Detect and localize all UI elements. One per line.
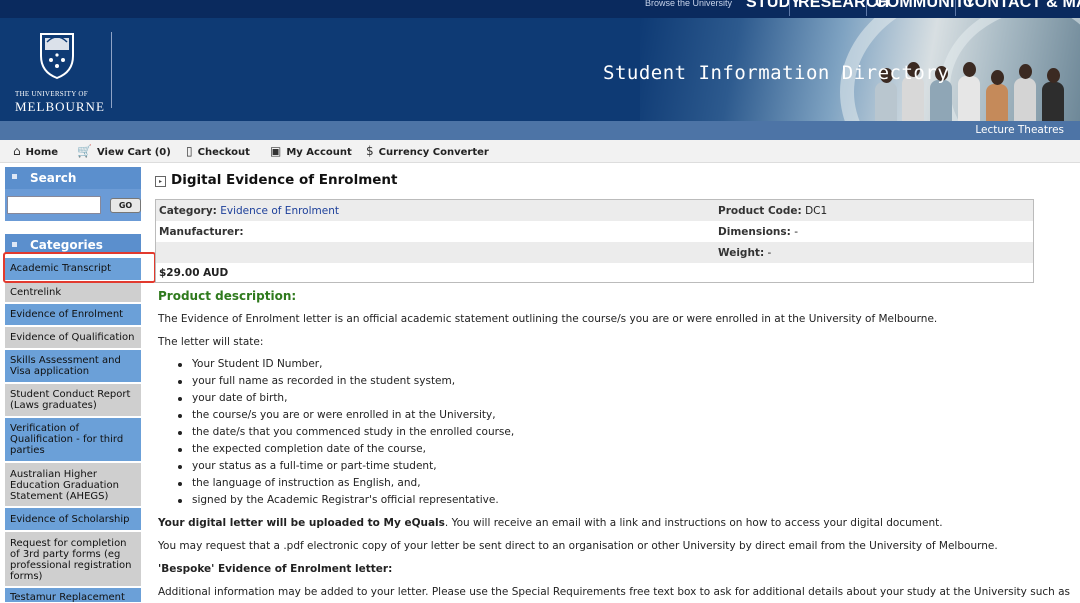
nav-divider bbox=[789, 0, 790, 16]
info-row: Manufacturer: Dimensions: - bbox=[156, 221, 1033, 242]
list-item: the date/s that you commenced study in t… bbox=[177, 424, 514, 441]
menu-my-account-label: My Account bbox=[286, 147, 352, 158]
category-centrelink[interactable]: Centrelink bbox=[5, 282, 141, 302]
description-paragraph: Additional information may be added to y… bbox=[158, 586, 1071, 598]
currency-icon: $ bbox=[366, 144, 374, 158]
description-paragraph: The letter will state: bbox=[158, 336, 264, 348]
home-icon: ⌂ bbox=[13, 144, 21, 158]
menu-checkout-label: Checkout bbox=[197, 147, 250, 158]
lecture-theatres-link[interactable]: Lecture Theatres bbox=[975, 124, 1064, 136]
search-title: Search bbox=[30, 171, 77, 185]
list-item: the course/s you are or were enrolled in… bbox=[177, 407, 514, 424]
description-paragraph: Your digital letter will be uploaded to … bbox=[158, 517, 943, 529]
list-item: your full name as recorded in the studen… bbox=[177, 373, 514, 390]
dimensions-value: - bbox=[794, 226, 798, 238]
site-title: Student Information Directory bbox=[603, 62, 950, 84]
top-nav-bar: Browse the University STUDY RESEARCH COM… bbox=[0, 0, 1080, 18]
info-row: Category: Evidence of Enrolment Product … bbox=[156, 200, 1033, 221]
checkout-icon: ▯ bbox=[186, 144, 193, 158]
category-testamur-replacement[interactable]: Testamur Replacement bbox=[5, 588, 141, 603]
description-paragraph: You may request that a .pdf electronic c… bbox=[158, 540, 998, 552]
list-item: signed by the Academic Registrar's offic… bbox=[177, 492, 514, 509]
cart-icon: 🛒 bbox=[77, 144, 92, 158]
equals-notice: Your digital letter will be uploaded to … bbox=[158, 517, 445, 529]
dimensions-label: Dimensions: bbox=[718, 226, 791, 238]
search-bullet-icon bbox=[12, 174, 17, 179]
list-item: Your Student ID Number, bbox=[177, 356, 514, 373]
menu-checkout[interactable]: ▯ Checkout bbox=[186, 144, 250, 158]
product-description-heading: Product description: bbox=[158, 289, 297, 303]
weight-value: - bbox=[767, 247, 772, 259]
menu-home-label: Home bbox=[25, 147, 59, 158]
browse-label: Browse the University bbox=[645, 0, 733, 8]
selection-highlight bbox=[3, 252, 156, 283]
university-logo[interactable]: THE UNIVERSITY OF MELBOURNE bbox=[15, 28, 111, 118]
letter-contents-list: Your Student ID Number, your full name a… bbox=[177, 356, 514, 509]
category-student-conduct-report[interactable]: Student Conduct Report (Laws graduates) bbox=[5, 384, 141, 416]
category-ahegs[interactable]: Australian Higher Education Graduation S… bbox=[5, 463, 141, 506]
description-paragraph: The Evidence of Enrolment letter is an o… bbox=[158, 313, 938, 325]
product-price: $29.00 AUD bbox=[159, 267, 229, 279]
manufacturer-label: Manufacturer: bbox=[159, 226, 244, 238]
category-skills-assessment[interactable]: Skills Assessment and Visa application bbox=[5, 350, 141, 382]
category-third-party-forms[interactable]: Request for completion of 3rd party form… bbox=[5, 532, 141, 586]
categories-title: Categories bbox=[30, 238, 103, 252]
categories-box-header: Categories bbox=[5, 234, 141, 254]
list-item: the language of instruction as English, … bbox=[177, 475, 514, 492]
category-evidence-of-enrolment[interactable]: Evidence of Enrolment bbox=[5, 304, 141, 325]
logo-line2: MELBOURNE bbox=[15, 99, 105, 114]
product-title-text: Digital Evidence of Enrolment bbox=[171, 172, 398, 188]
product-code-label: Product Code: bbox=[718, 205, 802, 217]
sub-bar: Lecture Theatres bbox=[0, 121, 1080, 140]
university-crest-icon bbox=[40, 33, 74, 80]
product-title: ▸ Digital Evidence of Enrolment bbox=[155, 172, 397, 188]
search-box: GO bbox=[5, 189, 141, 221]
nav-community[interactable]: COMMUNITY bbox=[875, 0, 975, 12]
expand-icon[interactable]: ▸ bbox=[155, 176, 166, 187]
bespoke-heading: 'Bespoke' Evidence of Enrolment letter: bbox=[158, 563, 393, 575]
menu-my-account[interactable]: ▣ My Account bbox=[270, 144, 352, 158]
list-item: the expected completion date of the cour… bbox=[177, 441, 514, 458]
categories-icon bbox=[12, 242, 17, 247]
logo-line1: THE UNIVERSITY OF bbox=[15, 90, 88, 98]
info-row: $29.00 AUD bbox=[156, 263, 1033, 284]
product-info-table: Category: Evidence of Enrolment Product … bbox=[155, 199, 1034, 283]
menu-currency-converter-label: Currency Converter bbox=[378, 147, 489, 158]
nav-study[interactable]: STUDY bbox=[746, 0, 801, 12]
menu-view-cart-label: View Cart (0) bbox=[96, 147, 171, 158]
info-row: Weight: - bbox=[156, 242, 1033, 263]
header-banner: THE UNIVERSITY OF MELBOURNE Student Info… bbox=[0, 18, 1080, 121]
category-evidence-of-scholarship[interactable]: Evidence of Scholarship bbox=[5, 508, 141, 530]
category-label: Category: bbox=[159, 205, 217, 217]
nav-divider bbox=[866, 0, 867, 16]
shop-menu-bar: ⌂ Home 🛒 View Cart (0) ▯ Checkout ▣ My Accou… bbox=[0, 140, 1080, 163]
account-icon: ▣ bbox=[270, 144, 282, 158]
logo-divider bbox=[111, 32, 112, 108]
category-link[interactable]: Evidence of Enrolment bbox=[220, 205, 339, 217]
weight-label: Weight: bbox=[718, 247, 765, 259]
search-box-header: Search bbox=[5, 167, 141, 189]
list-item: your date of birth, bbox=[177, 390, 514, 407]
go-button[interactable]: GO bbox=[110, 198, 141, 213]
search-input[interactable] bbox=[7, 196, 101, 214]
nav-divider bbox=[955, 0, 956, 16]
menu-home[interactable]: ⌂ Home bbox=[13, 144, 58, 158]
menu-currency-converter[interactable]: $ Currency Converter bbox=[366, 144, 489, 158]
nav-contact-maps[interactable]: CONTACT & MAPS bbox=[963, 0, 1080, 12]
category-evidence-of-qualification[interactable]: Evidence of Qualification bbox=[5, 327, 141, 348]
menu-view-cart[interactable]: 🛒 View Cart (0) bbox=[77, 144, 171, 158]
category-verification-of-qualification[interactable]: Verification of Qualification - for thir… bbox=[5, 418, 141, 461]
product-code-value: DC1 bbox=[805, 205, 828, 217]
list-item: your status as a full-time or part-time … bbox=[177, 458, 514, 475]
